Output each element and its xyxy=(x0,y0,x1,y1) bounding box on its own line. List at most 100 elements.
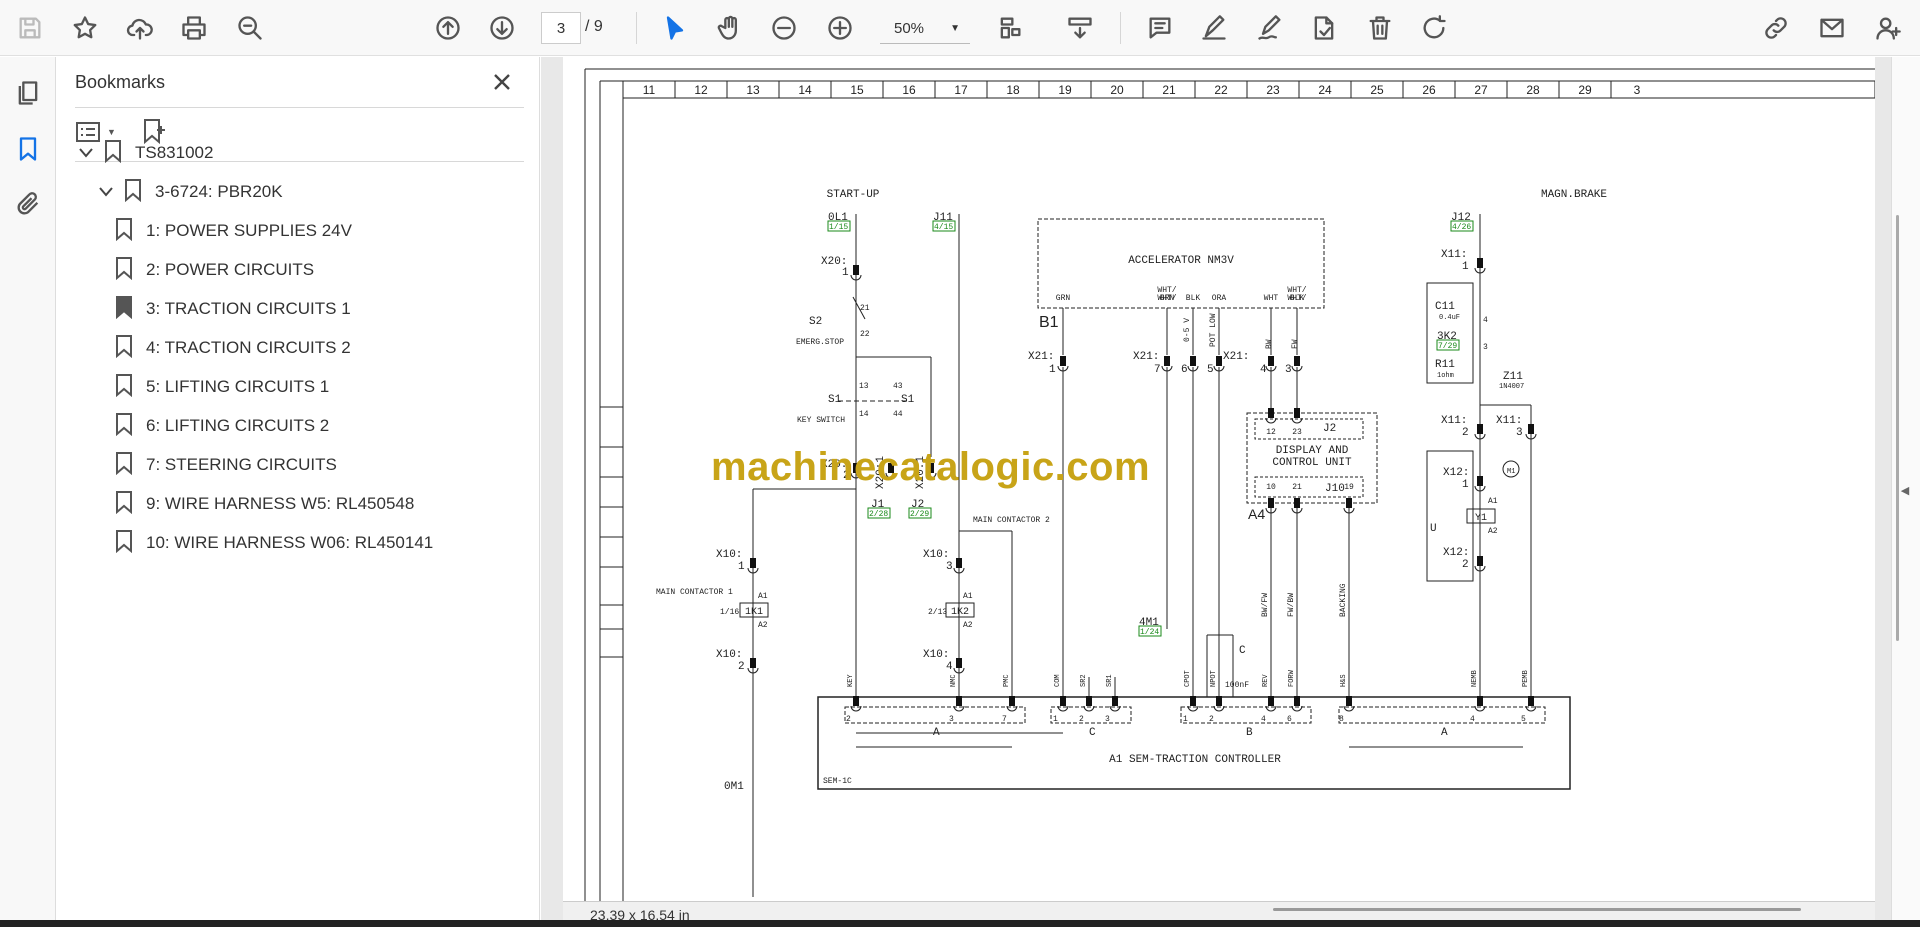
schematic-label: KEY xyxy=(847,674,855,687)
terminal xyxy=(956,558,962,568)
schematic-label: KEY SWITCH xyxy=(797,416,845,425)
schematic-label: S1 xyxy=(901,394,915,406)
chevron-down-icon[interactable] xyxy=(75,148,97,158)
rotate-icon[interactable] xyxy=(1414,8,1454,48)
bookmark-item[interactable]: 9: WIRE HARNESS W5: RL450548 xyxy=(112,488,414,520)
delete-icon[interactable] xyxy=(1360,8,1400,48)
page-up-icon[interactable] xyxy=(428,8,468,48)
schematic-label: 21 xyxy=(1292,483,1302,492)
zoom-select[interactable]: 50% ▼ xyxy=(880,14,970,44)
schematic-label: A1 xyxy=(1488,497,1498,506)
terminal xyxy=(1346,498,1352,508)
bookmark-item[interactable]: 10: WIRE HARNESS W06: RL450141 xyxy=(112,527,433,559)
zoom-out-icon[interactable] xyxy=(764,8,804,48)
schematic-label: X12: xyxy=(1443,467,1469,479)
expand-right-panel-handle[interactable]: ◀ xyxy=(1898,470,1912,510)
hand-icon[interactable] xyxy=(710,8,750,48)
bookmark-item[interactable]: 3: TRACTION CIRCUITS 1 xyxy=(112,293,351,325)
schematic-label: J10 xyxy=(1325,483,1345,495)
bookmark-icon xyxy=(114,334,146,363)
schematic-label: B xyxy=(1246,727,1253,739)
grid-column-label: 27 xyxy=(1474,83,1488,97)
horizontal-scrollbar[interactable] xyxy=(1273,908,1801,911)
terminal xyxy=(1294,408,1300,418)
terminal xyxy=(1190,696,1196,706)
schematic-label: A2 xyxy=(963,621,973,630)
schematic-label: CONTROL UNIT xyxy=(1272,457,1352,469)
schematic-label: NEMB xyxy=(1471,670,1479,687)
schematic-label: ACCELERATOR NM3V xyxy=(1128,255,1234,267)
bookmark-item[interactable]: 2: POWER CIRCUITS xyxy=(112,254,314,286)
bookmark-label: 3: TRACTION CIRCUITS 1 xyxy=(146,299,351,318)
bookmark-icon xyxy=(114,412,146,441)
sign-pen-icon[interactable] xyxy=(1250,8,1290,48)
schematic-label: S2 xyxy=(809,316,822,328)
schematic-label: Y1 xyxy=(1475,513,1487,524)
schematic-label: 0-5 V xyxy=(1183,318,1192,342)
bookmark-icon xyxy=(114,217,146,246)
print-icon[interactable] xyxy=(174,8,214,48)
grid-column-label: 18 xyxy=(1006,83,1020,97)
attachment-icon[interactable] xyxy=(8,184,48,224)
schematic-label: BLK xyxy=(1290,294,1305,303)
link-icon[interactable] xyxy=(1756,8,1796,48)
schematic-label: BLK xyxy=(1186,294,1201,303)
grid-column-label: 23 xyxy=(1266,83,1280,97)
schematic-label: 2 xyxy=(1462,559,1469,571)
schematic-label: ORA xyxy=(1212,294,1227,303)
bookmark-item[interactable]: 1: POWER SUPPLIES 24V xyxy=(112,215,352,247)
schematic-label: EMERG.STOP xyxy=(796,338,844,347)
upload-icon[interactable] xyxy=(120,8,160,48)
schematic-label: 13 xyxy=(859,382,869,391)
schematic-label: 12 xyxy=(1266,428,1276,437)
schematic-label: A2 xyxy=(758,621,768,630)
stamp-icon[interactable] xyxy=(1304,8,1344,48)
schematic-label: A2 xyxy=(1488,527,1498,536)
zoom-search-icon[interactable] xyxy=(230,8,270,48)
pages-icon[interactable] xyxy=(8,73,48,113)
save-icon[interactable] xyxy=(10,8,50,48)
schematic-label: CPOT xyxy=(1184,670,1192,687)
schematic-label: A1 xyxy=(963,592,973,601)
grid-column-label: 12 xyxy=(694,83,708,97)
zoom-in-icon[interactable] xyxy=(820,8,860,48)
cursor-icon[interactable] xyxy=(655,8,695,48)
bookmark-item[interactable]: 3-6724: PBR20K xyxy=(95,176,283,208)
terminal xyxy=(1294,696,1300,706)
highlight-pen-icon[interactable] xyxy=(1194,8,1234,48)
mail-icon[interactable] xyxy=(1812,8,1852,48)
bookmark-item[interactable]: 7: STEERING CIRCUITS xyxy=(112,449,337,481)
bookmark-label: 10: WIRE HARNESS W06: RL450141 xyxy=(146,533,434,552)
schematic-label: 1/16 xyxy=(720,608,739,617)
schematic-label: WHT xyxy=(1264,294,1279,303)
grid-column-label: 20 xyxy=(1110,83,1124,97)
comment-icon[interactable] xyxy=(1140,8,1180,48)
main-toolbar: / 9 50% ▼ xyxy=(0,0,1920,56)
schematic-label: DISPLAY AND xyxy=(1276,445,1349,457)
schematic-label: X10: xyxy=(716,649,742,661)
schematic-label: 4 xyxy=(1260,364,1267,376)
bookmark-item[interactable]: 4: TRACTION CIRCUITS 2 xyxy=(112,332,351,364)
schematic-label: 1K2 xyxy=(951,607,969,618)
terminal xyxy=(1086,696,1092,706)
grid-column-label: 22 xyxy=(1214,83,1228,97)
bookmark-label: 5: LIFTING CIRCUITS 1 xyxy=(146,377,330,396)
vertical-scrollbar[interactable] xyxy=(1896,215,1899,641)
chevron-down-icon[interactable] xyxy=(95,187,117,197)
bookmark-panel-icon[interactable] xyxy=(8,129,48,169)
page-number-input[interactable] xyxy=(541,12,581,44)
close-icon[interactable] xyxy=(487,67,517,97)
star-icon[interactable] xyxy=(65,8,105,48)
scroll-mode-icon[interactable] xyxy=(1060,8,1100,48)
schematic-label: 2/13 xyxy=(928,608,947,617)
bookmark-label: 1: POWER SUPPLIES 24V xyxy=(146,221,352,240)
schematic-label: 21 xyxy=(860,304,870,313)
bookmark-item[interactable]: TS831002 xyxy=(75,137,213,169)
terminal xyxy=(1216,356,1222,366)
page-fit-icon[interactable] xyxy=(990,8,1030,48)
terminal xyxy=(1294,356,1300,366)
bookmark-item[interactable]: 5: LIFTING CIRCUITS 1 xyxy=(112,371,329,403)
account-icon[interactable] xyxy=(1868,8,1908,48)
page-down-icon[interactable] xyxy=(482,8,522,48)
bookmark-item[interactable]: 6: LIFTING CIRCUITS 2 xyxy=(112,410,329,442)
